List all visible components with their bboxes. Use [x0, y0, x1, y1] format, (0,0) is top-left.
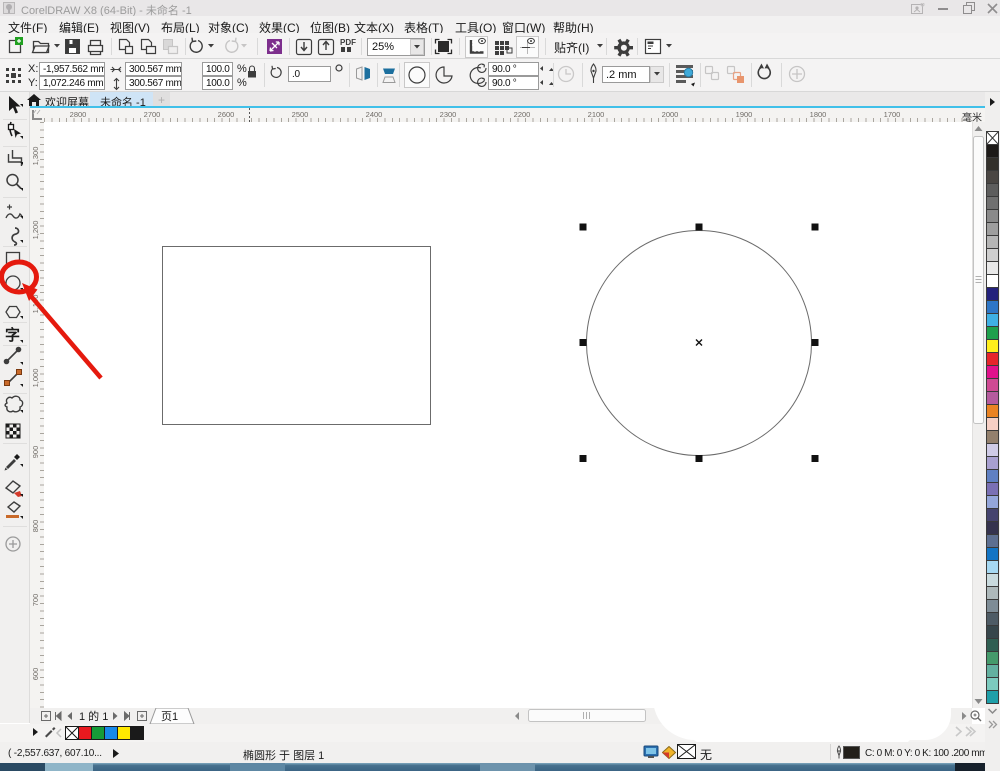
- svg-text:600: 600: [31, 668, 40, 681]
- svg-text:字: 字: [5, 326, 20, 344]
- svg-text:2100: 2100: [588, 110, 605, 119]
- svg-text:2800: 2800: [70, 110, 87, 119]
- svg-text:2600: 2600: [218, 110, 235, 119]
- svg-text:1,200: 1,200: [31, 221, 40, 240]
- svg-text:2200: 2200: [514, 110, 531, 119]
- svg-text:2700: 2700: [144, 110, 161, 119]
- svg-text:1,000: 1,000: [31, 369, 40, 388]
- svg-text:2300: 2300: [440, 110, 457, 119]
- svg-text:2400: 2400: [366, 110, 383, 119]
- svg-text:800: 800: [31, 520, 40, 533]
- svg-text:25%: 25%: [372, 41, 394, 53]
- svg-text:1,100: 1,100: [31, 295, 40, 314]
- svg-text:页1: 页1: [161, 711, 178, 723]
- svg-text:PDF: PDF: [340, 38, 356, 47]
- svg-text:1900: 1900: [736, 110, 753, 119]
- svg-text:2500: 2500: [292, 110, 309, 119]
- svg-text:1,300: 1,300: [31, 147, 40, 166]
- svg-text:1700: 1700: [884, 110, 901, 119]
- svg-text:1 的 1: 1 的 1: [79, 709, 108, 723]
- svg-text:900: 900: [31, 446, 40, 459]
- svg-text:700: 700: [31, 594, 40, 607]
- svg-text:1800: 1800: [810, 110, 827, 119]
- svg-text:2000: 2000: [662, 110, 679, 119]
